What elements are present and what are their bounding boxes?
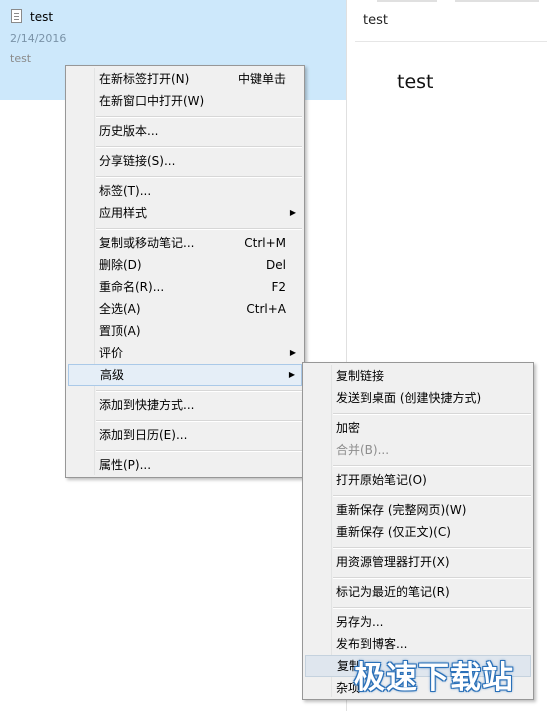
menu-item-label: 在新标签打开(N) <box>99 72 190 86</box>
menu-separator <box>333 607 531 609</box>
menu-item-label: 高级 <box>100 368 125 382</box>
menu-item-advanced[interactable]: 高级 ▶ <box>68 364 302 386</box>
menu-item-label: 标记为最近的笔记(R) <box>336 585 450 599</box>
document-icon <box>11 9 22 23</box>
menu-item-label: 另存为... <box>336 615 384 629</box>
menu-separator <box>333 465 531 467</box>
advanced-submenu: 复制链接 发送到桌面 (创建快捷方式) 加密 合并(B)... 打开原始笔记(O… <box>302 362 534 700</box>
menu-separator <box>333 577 531 579</box>
menu-item-delete[interactable]: 删除(D) Del <box>68 254 302 276</box>
menu-item-label: 复制链接 <box>336 369 385 383</box>
toolbar-edge <box>455 0 539 2</box>
note-date: 2/14/2016 <box>10 32 67 45</box>
menu-item-share-link[interactable]: 分享链接(S)... <box>68 150 302 172</box>
menu-item-shortcut: 中键单击 <box>237 72 286 86</box>
menu-item-add-shortcut[interactable]: 添加到快捷方式... <box>68 394 302 416</box>
context-menu: 在新标签打开(N) 中键单击 在新窗口中打开(W) 历史版本... 分享链接(S… <box>65 65 305 478</box>
menu-item-label: 添加到日历(E)... <box>99 428 188 442</box>
menu-item-label: 重命名(R)... <box>99 280 165 294</box>
submenu-arrow-icon: ▶ <box>289 208 296 217</box>
menu-item-label: 合并(B)... <box>336 443 390 457</box>
submenu-item-send-to-desktop[interactable]: 发送到桌面 (创建快捷方式) <box>305 387 531 409</box>
menu-separator <box>96 228 302 230</box>
menu-item-shortcut: Ctrl+M <box>244 236 286 250</box>
menu-item-label: 发送到桌面 (创建快捷方式) <box>336 391 482 405</box>
note-snippet: test <box>10 52 32 65</box>
menu-item-apply-style[interactable]: 应用样式 ▶ <box>68 202 302 224</box>
menu-item-shortcut: Del <box>266 258 286 272</box>
menu-item-label: 在新窗口中打开(W) <box>99 94 205 108</box>
menu-separator <box>96 450 302 452</box>
menu-item-open-new-window[interactable]: 在新窗口中打开(W) <box>68 90 302 112</box>
watermark-logo: 极速下载站 <box>354 660 514 696</box>
menu-item-label: 分享链接(S)... <box>99 154 176 168</box>
menu-item-label: 用资源管理器打开(X) <box>336 555 450 569</box>
submenu-item-copy-link[interactable]: 复制链接 <box>305 365 531 387</box>
menu-item-label: 重新保存 (仅正文)(C) <box>336 525 451 539</box>
menu-item-label: 全选(A) <box>99 302 141 316</box>
submenu-item-merge[interactable]: 合并(B)... <box>305 439 531 461</box>
menu-item-label: 历史版本... <box>99 124 159 138</box>
menu-item-label: 应用样式 <box>99 206 148 220</box>
menu-separator <box>333 547 531 549</box>
menu-separator <box>96 116 302 118</box>
menu-separator <box>96 146 302 148</box>
menu-item-open-new-tab[interactable]: 在新标签打开(N) 中键单击 <box>68 68 302 90</box>
menu-item-add-calendar[interactable]: 添加到日历(E)... <box>68 424 302 446</box>
menu-separator <box>96 390 302 392</box>
menu-item-properties[interactable]: 属性(P)... <box>68 454 302 476</box>
menu-item-shortcut: F2 <box>271 280 286 294</box>
menu-item-rename[interactable]: 重命名(R)... F2 <box>68 276 302 298</box>
submenu-item-open-original[interactable]: 打开原始笔记(O) <box>305 469 531 491</box>
toolbar-edge <box>377 0 437 2</box>
note-view-body[interactable]: test <box>397 71 434 93</box>
menu-item-copy-move[interactable]: 复制或移动笔记... Ctrl+M <box>68 232 302 254</box>
submenu-arrow-icon: ▶ <box>289 348 296 357</box>
menu-item-history[interactable]: 历史版本... <box>68 120 302 142</box>
divider <box>355 41 547 42</box>
submenu-item-save-as[interactable]: 另存为... <box>305 611 531 633</box>
menu-item-label: 置顶(A) <box>99 324 141 338</box>
menu-item-shortcut: Ctrl+A <box>246 302 286 316</box>
note-view-title[interactable]: test <box>363 13 388 28</box>
menu-item-label: 标签(T)... <box>99 184 152 198</box>
menu-item-select-all[interactable]: 全选(A) Ctrl+A <box>68 298 302 320</box>
submenu-item-resave-text[interactable]: 重新保存 (仅正文)(C) <box>305 521 531 543</box>
menu-item-label: 加密 <box>336 421 361 435</box>
menu-separator <box>333 495 531 497</box>
menu-item-label: 重新保存 (完整网页)(W) <box>336 503 467 517</box>
menu-separator <box>96 420 302 422</box>
submenu-item-encrypt[interactable]: 加密 <box>305 417 531 439</box>
submenu-arrow-icon: ▶ <box>288 370 295 379</box>
menu-item-tags[interactable]: 标签(T)... <box>68 180 302 202</box>
menu-item-label: 删除(D) <box>99 258 142 272</box>
submenu-item-open-explorer[interactable]: 用资源管理器打开(X) <box>305 551 531 573</box>
menu-item-label: 添加到快捷方式... <box>99 398 195 412</box>
menu-separator <box>333 413 531 415</box>
menu-item-label: 打开原始笔记(O) <box>336 473 427 487</box>
menu-item-pin-top[interactable]: 置顶(A) <box>68 320 302 342</box>
menu-separator <box>96 176 302 178</box>
submenu-item-resave-full[interactable]: 重新保存 (完整网页)(W) <box>305 499 531 521</box>
menu-item-label: 属性(P)... <box>99 458 152 472</box>
menu-item-label: 复制或移动笔记... <box>99 236 195 250</box>
submenu-item-mark-recent[interactable]: 标记为最近的笔记(R) <box>305 581 531 603</box>
menu-item-rating[interactable]: 评价 ▶ <box>68 342 302 364</box>
note-title: test <box>30 10 54 24</box>
menu-item-label: 评价 <box>99 346 124 360</box>
